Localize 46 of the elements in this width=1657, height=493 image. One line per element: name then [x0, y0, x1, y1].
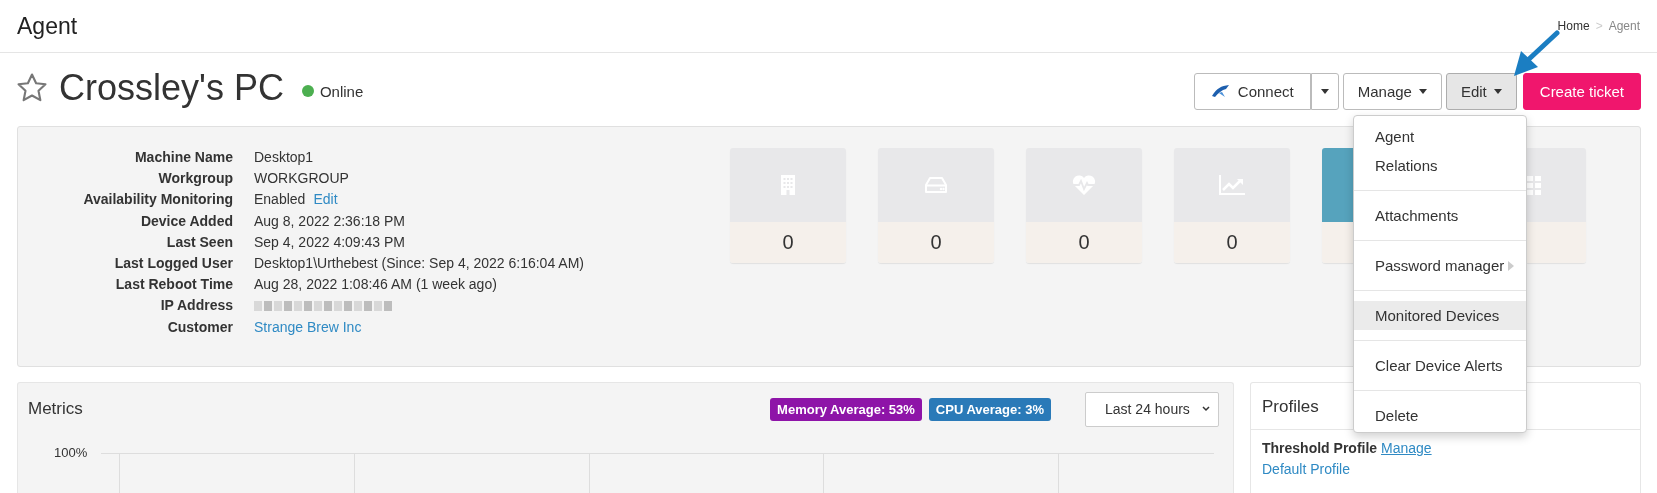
detail-label: Last Logged User	[113, 254, 233, 273]
detail-value: Desktop1	[254, 148, 314, 167]
page-title: Agent	[17, 12, 78, 40]
status-label: Online	[319, 82, 364, 100]
menu-item[interactable]: Attachments	[1354, 201, 1526, 230]
device-name: Crossley's PC	[59, 67, 284, 109]
detail-value: Aug 8, 2022 2:36:18 PM	[254, 211, 405, 231]
tile-count: 0	[1078, 231, 1090, 254]
connect-button[interactable]: Connect	[1193, 72, 1311, 110]
dropdown-button[interactable]: Manage	[1342, 72, 1442, 110]
manage-link[interactable]: Manage	[1381, 440, 1432, 456]
detail-label: Last Reboot Time	[114, 275, 233, 295]
menu-item[interactable]: Clear Device Alerts	[1354, 351, 1526, 380]
detail-label: Last Seen	[165, 232, 233, 252]
detail-value: WORKGROUP	[254, 169, 349, 189]
tile-count: 0	[782, 231, 794, 254]
menu-item[interactable]: Agent	[1354, 122, 1526, 151]
breadcrumb-item: Agent	[1608, 19, 1640, 33]
time-range-select[interactable]: Last 24 hours	[1085, 391, 1219, 427]
axis-label: 100%	[54, 445, 88, 460]
menu-item[interactable]: Delete	[1354, 401, 1526, 430]
detail-label: Workgroup	[157, 169, 233, 189]
menu-item[interactable]: Monitored Devices	[1354, 301, 1526, 330]
detail-value: Enabled	[254, 190, 306, 210]
detail-label: Customer	[166, 317, 233, 337]
average-badge: CPU Average: 3%	[928, 397, 1051, 421]
customer-link[interactable]: Strange Brew Inc	[254, 316, 362, 338]
detail-value: Aug 28, 2022 1:08:46 AM (1 week ago)	[254, 275, 497, 295]
detail-label: Availability Monitoring	[82, 190, 233, 210]
detail-value: Sep 4, 2022 4:09:43 PM	[254, 232, 405, 252]
dropdown-button[interactable]: Edit	[1445, 72, 1517, 110]
create-ticket-button[interactable]: Create ticket	[1522, 72, 1641, 110]
profile-label: Threshold Profile	[1262, 440, 1378, 456]
detail-label: Machine Name	[133, 148, 233, 167]
tile-count: 0	[930, 231, 942, 254]
menu-item[interactable]: Relations	[1354, 151, 1526, 180]
detail-label: Device Added	[139, 211, 233, 231]
average-badge: Memory Average: 53%	[770, 397, 922, 421]
breadcrumb-item[interactable]: Home	[1557, 19, 1590, 33]
breadcrumb-separator: >	[1595, 19, 1603, 33]
detail-value: Desktop1\Urthebest (Since: Sep 4, 2022 6:16:04 AM)	[254, 254, 584, 273]
profile-link[interactable]: Default Profile	[1262, 461, 1350, 477]
tile-count: 0	[1226, 231, 1238, 254]
detail-label: IP Address	[159, 296, 233, 316]
menu-item[interactable]: Password manager	[1354, 251, 1526, 280]
panel-title: Metrics	[28, 399, 83, 419]
